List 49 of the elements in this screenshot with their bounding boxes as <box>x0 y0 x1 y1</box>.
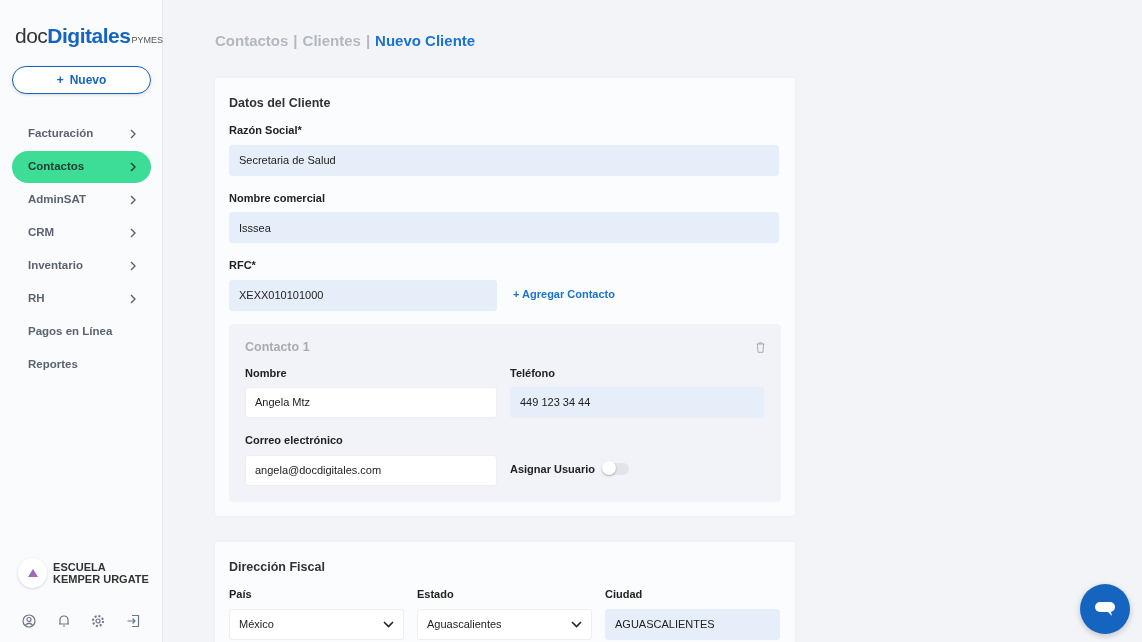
select-field[interactable]: Aguascalientes <box>417 608 592 640</box>
input-field[interactable]: XEXX010101000 <box>229 279 497 311</box>
logo-text: doc <box>15 23 48 49</box>
breadcrumb-separator: | <box>365 31 371 51</box>
field-label: País <box>229 587 253 603</box>
logo-subtext: PYMES <box>131 34 163 47</box>
chevron-down-icon <box>383 620 394 628</box>
chat-button[interactable] <box>1080 584 1130 634</box>
toggle-label: Asignar Usuario <box>510 461 595 477</box>
logo-text: Digitales <box>47 23 131 49</box>
select-field[interactable]: México <box>229 608 404 640</box>
new-button[interactable]: + Nuevo <box>12 65 151 94</box>
toggle-switch[interactable] <box>602 462 629 475</box>
sidebar-item[interactable]: Inventario <box>12 249 151 282</box>
profile-icon[interactable] <box>22 614 36 628</box>
section-title: Dirección Fiscal <box>229 558 326 576</box>
input-field[interactable]: AGUASCALIENTES <box>605 608 780 640</box>
breadcrumb-separator: | <box>293 31 298 51</box>
account-name: ESCUELA KEMPER URGATE <box>53 560 150 586</box>
settings-icon[interactable] <box>91 614 106 628</box>
field-label: Teléfono <box>510 365 556 381</box>
field-label: Estado <box>417 587 455 603</box>
input-field[interactable]: Secretaria de Salud <box>229 144 779 176</box>
sidebar-item[interactable]: Pagos en Línea <box>12 315 151 348</box>
field-label: Correo electrónico <box>245 433 344 448</box>
field-label: Razón Social* <box>229 123 303 139</box>
input-field[interactable]: Angela Mtz <box>245 387 497 418</box>
field-label: Nombre comercial <box>229 190 326 206</box>
speech-bubble-icon <box>1094 601 1116 617</box>
sidebar-item[interactable]: RH <box>12 282 151 315</box>
sidebar-item[interactable]: Facturación <box>12 117 151 150</box>
input-field[interactable]: angela@docdigitales.com <box>245 454 497 486</box>
account-avatar <box>18 558 48 588</box>
field-label: RFC* <box>229 258 257 274</box>
field-label: Nombre <box>245 365 288 381</box>
sidebar-item[interactable]: Contactos <box>12 150 151 183</box>
logout-icon[interactable] <box>125 614 140 628</box>
section-title: Datos del Cliente <box>229 94 332 112</box>
plus-icon: + <box>56 70 64 89</box>
sidebar-item[interactable]: CRM <box>12 216 151 249</box>
add-contact-link[interactable]: + Agregar Contacto <box>513 286 615 303</box>
field-label: Ciudad <box>605 587 644 603</box>
sidebar-item[interactable]: AdminSAT <box>12 183 151 216</box>
input-field[interactable]: Isssea <box>229 212 779 244</box>
input-field[interactable]: 449 123 34 44 <box>510 387 764 418</box>
bell-icon[interactable] <box>56 614 71 628</box>
contact-title: Contacto 1 <box>245 338 310 356</box>
chevron-down-icon <box>571 620 582 628</box>
sidebar-item[interactable]: Reportes <box>12 348 151 381</box>
